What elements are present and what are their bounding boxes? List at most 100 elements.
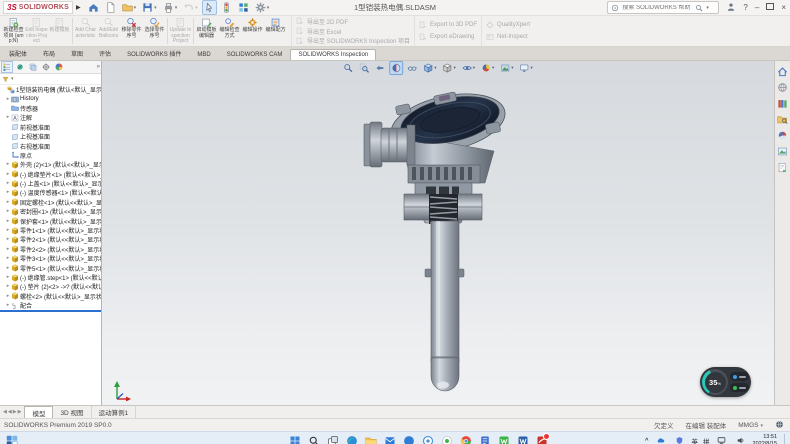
show-desktop-button[interactable] [784, 434, 787, 444]
tree-item-part[interactable]: ▸零件3<1> (默认<<默认>_显示状态 1>) [0, 254, 101, 263]
remove-balloons-button[interactable]: 移除零件序号 [120, 16, 143, 46]
edit-recipe-button[interactable]: 编辑配方 [264, 16, 287, 46]
tree-item-plane[interactable]: 前视基准面 [0, 123, 101, 132]
tree-item-part[interactable]: ▸密封圈<1> (默认<<默认>_显示状态 1>) [0, 207, 101, 216]
thermocouple-model[interactable] [102, 61, 774, 405]
edit-appearance-button[interactable]: ▾ [479, 61, 496, 75]
tab-布局[interactable]: 布局 [35, 46, 63, 60]
appearances-scenes-tab[interactable] [777, 130, 788, 141]
recorder-button-top[interactable] [730, 372, 749, 381]
save-button[interactable]: ▾ [140, 0, 159, 15]
model-tab[interactable]: 3D 视图 [53, 406, 91, 418]
tree-item-assembly[interactable]: 1型铠装热电偶 (默认<默认_显示状态-1>) [0, 85, 101, 94]
tree-item-annotations[interactable]: ▸注解 [0, 113, 101, 122]
hide-show-items-button[interactable]: ▾ [460, 61, 477, 75]
home-button[interactable] [86, 0, 101, 15]
tree-item-part[interactable]: ▸外壳 (2)<1> (默认<<默认>_显示状态 1>) [0, 160, 101, 169]
previous-view-button[interactable] [373, 61, 387, 75]
rebuild-button[interactable] [219, 0, 234, 15]
custom-properties-tab[interactable] [777, 162, 788, 173]
app-blue-icon[interactable] [402, 434, 416, 444]
qualityxpert-menu-item[interactable]: QualityXpert [486, 21, 530, 29]
view-palette-tab[interactable] [777, 146, 788, 157]
edit-inspection-methods-button[interactable]: 编辑检查方式 [218, 16, 241, 46]
tree-item-part[interactable]: ▸螺栓<2> (默认<<默认>_显示状态 1>) [0, 292, 101, 301]
apply-scene-button[interactable]: ▾ [498, 61, 515, 75]
display-icon[interactable] [715, 434, 729, 444]
new-inspection-project-button[interactable]: 新建检查项目 (amp;N) [2, 16, 25, 46]
tree-item-plane[interactable]: 右视基准面 [0, 141, 101, 150]
tray-expand-chevron[interactable]: ^ [645, 438, 649, 444]
feature-manager-tab[interactable] [1, 61, 13, 73]
app-green-icon[interactable] [440, 434, 454, 444]
search-caret-icon[interactable]: ▾ [706, 5, 709, 11]
print-button[interactable]: ▾ [161, 0, 180, 15]
dimxpert-manager-tab[interactable] [40, 61, 52, 73]
tree-item-part[interactable]: ▸(-) 上盖<1> (默认<<默认>_显示状态 1>) [0, 179, 101, 188]
task-view-icon[interactable] [326, 434, 340, 444]
add-characteristic-button[interactable]: Add Characteristic [74, 16, 97, 46]
search-icon[interactable] [695, 4, 703, 12]
section-view-button[interactable] [389, 61, 403, 75]
property-manager-tab[interactable] [14, 61, 26, 73]
minimize-button[interactable]: – [755, 4, 759, 12]
recorder-button-bottom[interactable] [730, 383, 749, 392]
tree-item-part[interactable]: ▸零件1<1> (默认<<默认>_显示状态 1>) [0, 226, 101, 235]
tab-solidworks-插件[interactable]: SOLIDWORKS 插件 [119, 46, 189, 60]
clock[interactable]: 13:51 2022/8/15 [753, 434, 777, 444]
panel-tabs-more-icon[interactable]: » [97, 64, 100, 70]
login-icon[interactable] [726, 2, 736, 14]
search-icon[interactable] [307, 434, 321, 444]
tree-item-part[interactable]: ▸零件2<1> (默认<<默认>_显示状态 1>) [0, 235, 101, 244]
screen-recorder-widget[interactable]: 35% [700, 367, 751, 397]
undo-button[interactable]: ▾ [181, 0, 200, 15]
logo-flyout-arrow[interactable]: ▶ [76, 4, 81, 11]
model-tab[interactable]: 模型 [24, 406, 53, 418]
tab-solidworks-cam[interactable]: SOLIDWORKS CAM [219, 49, 291, 60]
ime-mode[interactable]: 拼 [703, 436, 710, 444]
tab-nav-2[interactable]: ▶ [13, 409, 17, 415]
tree-item-part[interactable]: ▸零件5<1> (默认<<默认>_显示状态 1>) [0, 263, 101, 272]
tab-草图[interactable]: 草图 [63, 46, 91, 60]
wps-icon[interactable] [497, 434, 511, 444]
edit-operations-button[interactable]: 编辑操作 [241, 16, 264, 46]
tree-filter[interactable]: ▾ [0, 74, 101, 85]
export-excel-menu-item[interactable]: 导出至 Excel [296, 27, 410, 36]
options-grid-button[interactable] [236, 0, 251, 15]
add-edit-balloons-button[interactable]: Add/Edit Balloons [97, 16, 120, 46]
app-light-icon[interactable] [421, 434, 435, 444]
tree-item-folder[interactable]: 传感器 [0, 104, 101, 113]
notebook-app-icon[interactable] [478, 434, 492, 444]
browser-icon[interactable] [459, 434, 473, 444]
select-balloons-button[interactable]: 选择零件序号 [143, 16, 166, 46]
update-inspection-project-button[interactable]: Update Inspection Project [169, 16, 192, 46]
tab-装配体[interactable]: 装配体 [1, 46, 35, 60]
units-selector[interactable]: MMGS▾ [738, 422, 763, 429]
help-search-box[interactable]: ▾ [607, 1, 719, 14]
design-library-tab[interactable] [777, 98, 788, 109]
home-tab[interactable] [777, 66, 788, 77]
file-explorer-tab[interactable] [777, 114, 788, 125]
tree-item-part[interactable]: ▸(-) 温度传感器<1> (默认<<默认>_显示状 [0, 188, 101, 197]
tree-item-part[interactable]: ▸零件2<2> (默认<<默认>_显示状态 1>) [0, 245, 101, 254]
new-document-button[interactable] [103, 0, 118, 15]
dynamic-annotation-views-button[interactable] [405, 61, 419, 75]
configuration-manager-tab[interactable] [27, 61, 39, 73]
globe-icon[interactable] [775, 420, 784, 431]
solidworks-resources-tab[interactable] [777, 82, 788, 93]
open-document-button[interactable]: ▾ [120, 0, 139, 15]
display-style-button[interactable]: ▾ [440, 61, 457, 75]
zoom-to-area-button[interactable] [357, 61, 371, 75]
settings-button[interactable]: ▾ [253, 0, 272, 15]
net-inspect-menu-item[interactable]: Net-Inspect [486, 33, 530, 41]
tree-item-history[interactable]: ▸History [0, 94, 101, 103]
zoom-to-fit-button[interactable] [341, 61, 355, 75]
tree-item-part[interactable]: ▸保护套<1> (默认<<默认>_显示状态 1>) [0, 216, 101, 225]
ime-language[interactable]: 英 [692, 436, 699, 444]
tab-solidworks-inspection[interactable]: SOLIDWORKS Inspection [290, 49, 376, 60]
restore-button[interactable] [766, 3, 774, 12]
filter-caret-icon[interactable]: ▾ [11, 76, 14, 82]
export-edrawing-menu-item[interactable]: Export eDrawing [419, 33, 477, 41]
help-button[interactable]: ? [743, 4, 747, 12]
widgets-button[interactable] [5, 434, 19, 444]
